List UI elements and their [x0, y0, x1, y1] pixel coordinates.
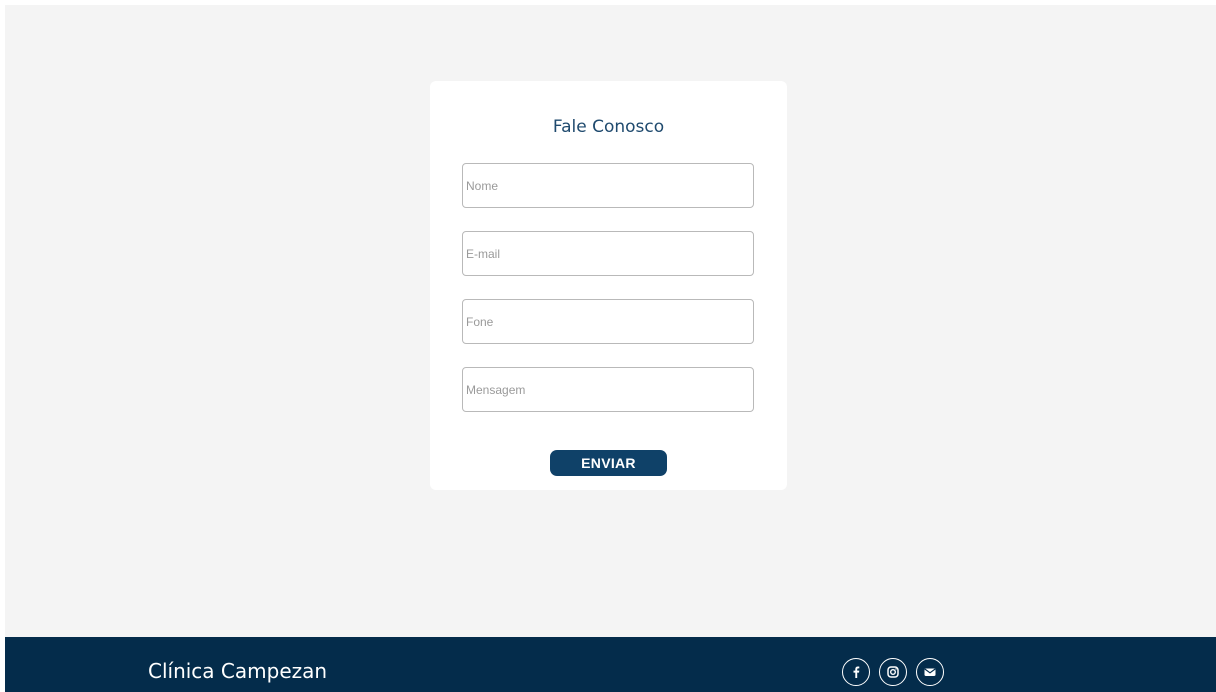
footer: Clínica Campezan [5, 637, 1216, 692]
form-title: Fale Conosco [552, 117, 665, 137]
email-input[interactable] [462, 231, 754, 276]
name-input[interactable] [462, 163, 754, 208]
contact-form-card: Fale Conosco ENVIAR [430, 81, 787, 490]
message-input[interactable] [462, 367, 754, 412]
footer-brand: Clínica Campezan [148, 659, 328, 683]
email-link[interactable] [916, 658, 944, 686]
page-viewport: Fale Conosco ENVIAR Clínica Campezan [5, 5, 1216, 692]
send-button[interactable]: ENVIAR [550, 450, 667, 476]
facebook-link[interactable] [842, 658, 870, 686]
facebook-icon [853, 666, 860, 678]
instagram-icon [887, 666, 899, 678]
instagram-link[interactable] [879, 658, 907, 686]
phone-input[interactable] [462, 299, 754, 344]
email-icon [924, 668, 936, 676]
